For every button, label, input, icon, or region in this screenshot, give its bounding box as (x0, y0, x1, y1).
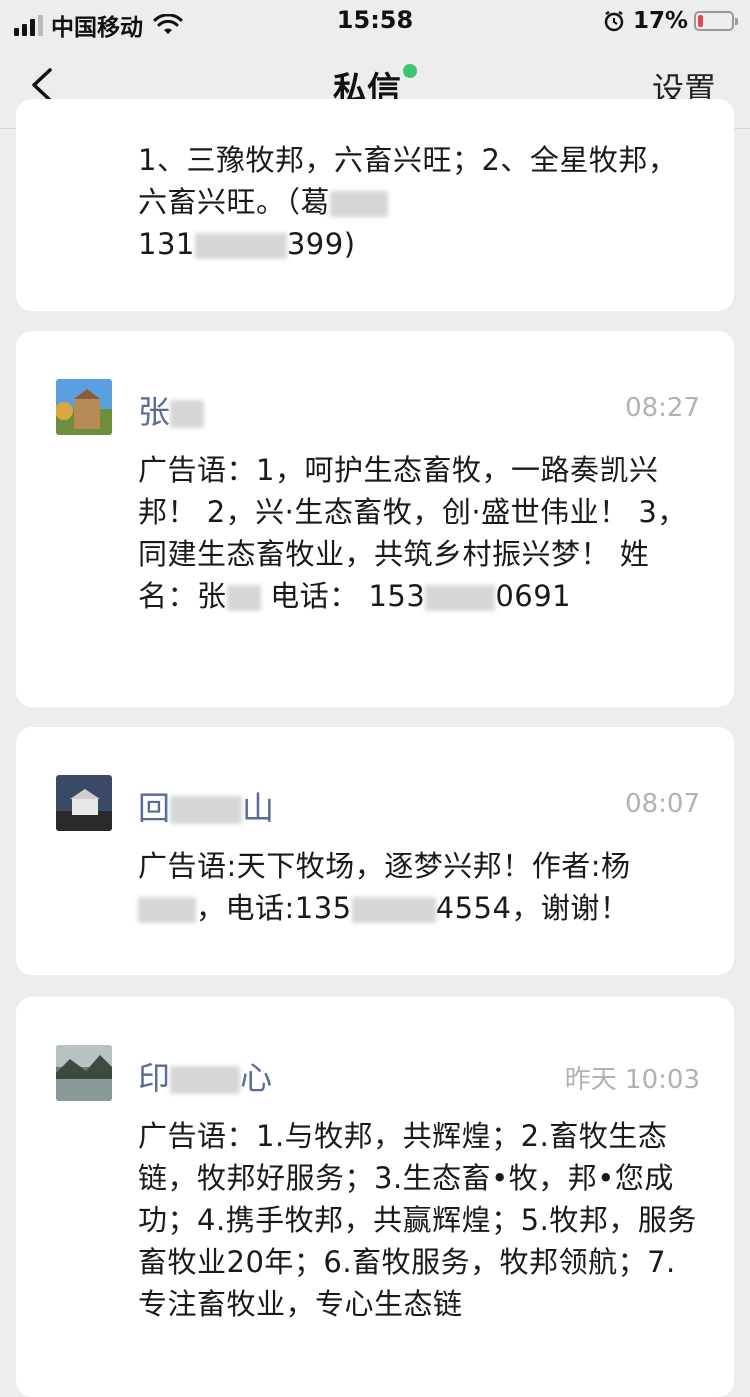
sender-name[interactable]: 回山 (138, 783, 274, 829)
avatar-image (56, 1045, 112, 1101)
redacted-text (138, 896, 196, 924)
message-card[interactable]: 1、三豫牧邦，六畜兴旺；2、全星牧邦，六畜兴旺。（葛 131 399) (16, 99, 734, 311)
message-card[interactable]: 印心 昨天 10:03 广告语：1.与牧邦，共辉煌；2.畜牧生态链，牧邦好服务；… (16, 997, 734, 1397)
avatar-image (56, 379, 112, 435)
message-text: 1、三豫牧邦，六畜兴旺；2、全星牧邦，六畜兴旺。（葛 131 399) (138, 143, 678, 261)
redacted-text (194, 232, 287, 260)
avatar[interactable] (56, 1045, 112, 1101)
alarm-clock-icon (604, 10, 624, 32)
sender-name[interactable]: 印心 (138, 1053, 272, 1099)
sender-name[interactable]: 张 (138, 387, 205, 433)
status-bar: 中国移动 15:58 17% (0, 0, 750, 42)
message-card[interactable]: 张 08:27 广告语：1，呵护生态畜牧，一路奏凯兴邦！ 2，兴·生态畜牧，创·… (16, 331, 734, 707)
message-time: 08:27 (625, 393, 700, 423)
battery-icon (694, 11, 738, 31)
avatar-image (56, 775, 112, 831)
online-status-dot (403, 64, 417, 78)
message-text: 广告语：1，呵护生态畜牧，一路奏凯兴邦！ 2，兴·生态畜牧，创·盛世伟业！ 3，… (138, 453, 687, 613)
redacted-text (170, 795, 243, 825)
redacted-text (330, 190, 389, 218)
message-time: 08:07 (625, 789, 700, 819)
battery-percentage: 17% (632, 8, 688, 34)
avatar[interactable] (56, 775, 112, 831)
battery-level (698, 15, 703, 27)
message-text: 广告语：1.与牧邦，共辉煌；2.畜牧生态链，牧邦好服务；3.生态畜•牧，邦•您成… (138, 1119, 697, 1321)
redacted-text (425, 584, 496, 612)
message-card[interactable]: 回山 08:07 广告语:天下牧场，逐梦兴邦！作者:杨 ，电话:135 4554，谢… (16, 727, 734, 975)
redacted-text (226, 584, 261, 612)
redacted-text (170, 399, 205, 429)
message-text: 广告语:天下牧场，逐梦兴邦！作者:杨 ，电话:135 4554，谢谢！ (138, 849, 631, 925)
status-bar-right: 17% (603, 8, 738, 34)
message-time: 昨天 10:03 (564, 1065, 700, 1095)
redacted-text (170, 1065, 241, 1095)
avatar[interactable] (56, 379, 112, 435)
redacted-text (351, 896, 436, 924)
